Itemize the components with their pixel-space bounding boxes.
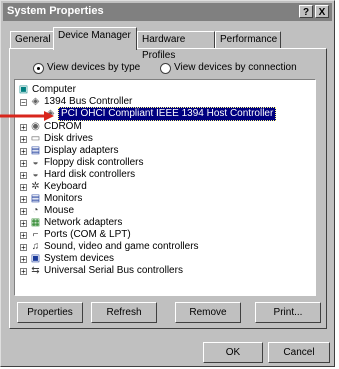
expand-icon[interactable]: + [20,256,27,264]
tree-item-label: System devices [44,253,115,264]
computer-icon: ▣ [18,84,29,95]
tab-general[interactable]: General [10,31,54,49]
title-bar: System Properties ? X [3,3,332,21]
tree-item-label: Hard disk controllers [44,169,136,180]
tree-item-label: PCI OHCI Compliant IEEE 1394 Host Contro… [58,107,277,121]
window-title: System Properties [7,5,104,17]
tree-item-label: Universal Serial Bus controllers [44,265,183,276]
tree-item-label: Display adapters [44,145,119,156]
view-by-type-radio[interactable] [33,63,44,74]
bus-icon: ◈ [31,96,40,107]
expand-icon[interactable]: + [20,268,27,276]
expand-icon[interactable]: + [20,148,27,156]
tab-device-manager[interactable]: Device Manager [53,27,137,50]
tree-item-label: Floppy disk controllers [44,157,144,168]
network-icon: ▦ [30,217,41,228]
controller-icon: ◈ [46,108,55,119]
tree-item-label: Sound, video and game controllers [44,241,199,252]
close-button[interactable]: X [315,5,329,18]
collapse-icon[interactable]: − [20,99,27,107]
view-by-connection-label[interactable]: View devices by connection [174,62,297,73]
mouse-icon: ◔ [32,205,39,216]
expand-icon[interactable]: + [20,220,27,228]
display-icon: ▤ [30,145,41,156]
system-properties-window: System Properties ? X General Device Man… [0,0,335,367]
monitor-icon: ▤ [30,193,41,204]
port-icon: ⌐ [32,229,39,240]
expand-icon[interactable]: + [20,124,27,132]
tab-hardware-profiles[interactable]: Hardware Profiles [137,31,215,61]
harddisk-icon: ◒ [32,169,39,180]
remove-button[interactable]: Remove [175,302,241,323]
tree-item-label: Monitors [44,193,83,204]
tree-item-label: Keyboard [44,181,87,192]
floppy-icon: ◒ [32,157,39,168]
tree-item-label: CDROM [44,121,82,132]
expand-icon[interactable]: + [20,208,27,216]
expand-icon[interactable]: + [20,136,27,144]
tab-performance[interactable]: Performance [215,31,281,49]
tree-root-label: Computer [32,84,76,95]
view-by-connection-radio[interactable] [160,63,171,74]
expand-icon[interactable]: + [20,172,27,180]
expand-icon[interactable]: + [20,196,27,204]
disk-icon: ▭ [30,133,41,144]
cdrom-icon: ◉ [31,121,40,132]
print-button[interactable]: Print... [255,302,321,323]
help-button[interactable]: ? [299,5,313,18]
tree-item-label: Network adapters [44,217,123,228]
expand-icon[interactable]: + [20,184,27,192]
ok-button[interactable]: OK [203,342,263,363]
tree-item-label: Disk drives [44,133,93,144]
expand-icon[interactable]: + [20,244,27,252]
cancel-button[interactable]: Cancel [268,342,330,363]
properties-button[interactable]: Properties [17,302,83,323]
usb-icon: ⇆ [31,265,40,276]
expand-icon[interactable]: + [20,232,27,240]
system-icon: ▣ [30,253,41,264]
sound-icon: ♫ [31,241,40,252]
keyboard-icon: ✲ [31,181,40,192]
refresh-button[interactable]: Refresh [91,302,157,323]
device-tree[interactable]: ▣ Computer − ◈ 1394 Bus Controller ◈ PCI… [14,79,316,296]
view-by-type-label[interactable]: View devices by type [47,62,140,73]
tree-item-label: Ports (COM & LPT) [44,229,131,240]
expand-icon[interactable]: + [20,160,27,168]
tree-item-label: Mouse [44,205,75,216]
